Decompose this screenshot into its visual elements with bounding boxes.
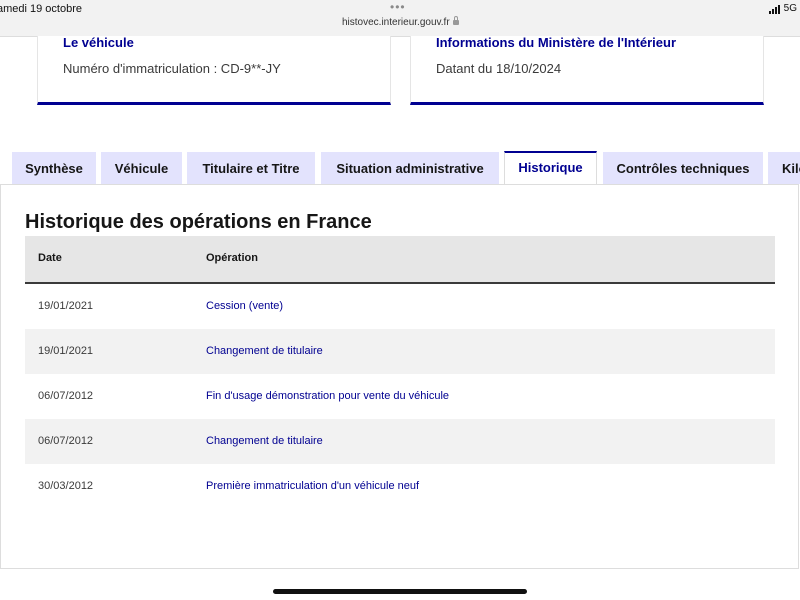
tab-synthese[interactable]: Synthèse [12, 152, 96, 184]
tab-kilometrage[interactable]: Kilo [768, 152, 800, 184]
row-date: 19/01/2021 [38, 300, 94, 312]
tab-historique[interactable]: Historique [504, 151, 597, 185]
address-bar[interactable]: histovec.interieur.gouv.fr [342, 16, 459, 28]
tab-titulaire-et-titre[interactable]: Titulaire et Titre [187, 152, 315, 184]
operations-table: Date Opération 19/01/2021 Cession (vente… [25, 236, 775, 509]
row-operation-link[interactable]: Première immatriculation d'un véhicule n… [206, 480, 419, 492]
row-date: 19/01/2021 [38, 345, 94, 357]
row-date: 06/07/2012 [38, 390, 94, 402]
status-indicators: 5G [768, 3, 797, 14]
ministry-info-card: Informations du Ministère de l'Intérieur… [410, 35, 764, 105]
status-bar: amedi 19 octobre ••• histovec.interieur.… [0, 0, 800, 37]
tab-controles-techniques[interactable]: Contrôles techniques [603, 152, 763, 184]
row-operation-link[interactable]: Changement de titulaire [206, 345, 323, 357]
vehicle-card-title: Le véhicule [63, 35, 134, 50]
table-row: 30/03/2012 Première immatriculation d'un… [25, 464, 775, 509]
table-row: 19/01/2021 Changement de titulaire [25, 329, 775, 374]
lock-icon [452, 16, 459, 25]
table-row: 06/07/2012 Fin d'usage démonstration pou… [25, 374, 775, 419]
row-date: 06/07/2012 [38, 435, 94, 447]
column-header-date: Date [38, 252, 62, 264]
multitask-dots-icon[interactable]: ••• [390, 0, 406, 14]
tab-bar: Synthèse Véhicule Titulaire et Titre Sit… [0, 151, 800, 185]
tab-vehicule[interactable]: Véhicule [101, 152, 182, 184]
row-operation-link[interactable]: Changement de titulaire [206, 435, 323, 447]
info-date: Datant du 18/10/2024 [436, 61, 562, 76]
row-operation-link[interactable]: Fin d'usage démonstration pour vente du … [206, 390, 449, 402]
section-title: Historique des opérations en France [25, 211, 372, 233]
row-operation-link[interactable]: Cession (vente) [206, 300, 283, 312]
network-label: 5G [783, 3, 797, 14]
url-text: histovec.interieur.gouv.fr [342, 17, 450, 28]
row-date: 30/03/2012 [38, 480, 94, 492]
registration-number: Numéro d'immatriculation : CD-9**-JY [63, 61, 281, 76]
home-indicator[interactable] [273, 589, 527, 594]
tab-situation-administrative[interactable]: Situation administrative [321, 152, 499, 184]
column-header-operation: Opération [206, 252, 258, 264]
ministry-info-title: Informations du Ministère de l'Intérieur [436, 35, 677, 50]
table-body: 19/01/2021 Cession (vente) 19/01/2021 Ch… [25, 284, 775, 509]
vehicle-card: Le véhicule Numéro d'immatriculation : C… [37, 35, 391, 105]
table-row: 06/07/2012 Changement de titulaire [25, 419, 775, 464]
table-header: Date Opération [25, 236, 775, 284]
table-row: 19/01/2021 Cession (vente) [25, 284, 775, 329]
signal-icon [768, 5, 780, 14]
status-date: amedi 19 octobre [0, 3, 82, 15]
